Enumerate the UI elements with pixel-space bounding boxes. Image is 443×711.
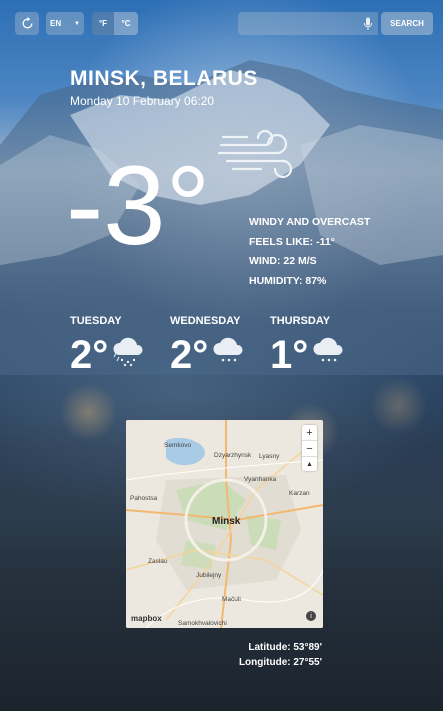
forecast-temperature: 1° <box>270 333 309 377</box>
map-label: Zaslau <box>148 558 168 565</box>
zoom-in-button[interactable]: + <box>302 425 317 441</box>
cloud-rain-icon <box>113 337 143 367</box>
forecast-day-2: WEDNESDAY 2° <box>170 315 243 377</box>
refresh-icon <box>22 17 32 29</box>
forecast-day-3: THURSDAY 1° <box>270 315 343 377</box>
map-center-label: Minsk <box>212 516 241 527</box>
language-select[interactable]: EN ▼ <box>46 12 84 35</box>
weather-details: WINDY AND OVERCAST FEELS LIKE: -11° WIND… <box>249 213 370 291</box>
condition-text: WINDY AND OVERCAST <box>249 216 371 228</box>
map-zoom-control: + − ▲ <box>302 425 317 471</box>
chevron-down-icon: ▼ <box>74 20 80 27</box>
location-title: MINSK, BELARUS <box>70 67 258 90</box>
map-label: Mačuli <box>222 596 241 603</box>
compass-button[interactable]: ▲ <box>302 457 317 472</box>
wind-text: WIND: 22 M/S <box>249 255 317 267</box>
current-temperature: -3° <box>66 143 211 268</box>
map-label: Samokhvalovichi <box>178 620 227 627</box>
current-date: Monday 10 February 06:20 <box>70 94 215 108</box>
map-label: Pahostsa <box>130 495 158 502</box>
forecast-day-label: TUESDAY <box>70 315 122 327</box>
map-label: Jubilejny <box>196 572 222 579</box>
map-label: Karzan <box>289 490 310 497</box>
forecast-temperature: 2° <box>70 333 109 377</box>
map-label: Dzyarzhynsk <box>214 452 252 459</box>
feels-like-text: FEELS LIKE: -11° <box>249 235 335 248</box>
info-icon[interactable]: i <box>306 611 316 621</box>
coordinates: Latitude: 53°89' Longitude: 27°55' <box>239 640 322 670</box>
mapbox-logo[interactable]: mapbox <box>131 614 162 623</box>
longitude-text: Longitude: 27°55' <box>238 657 322 668</box>
search-button[interactable]: SEARCH <box>381 12 433 35</box>
latitude-text: Latitude: 53°89' <box>248 642 322 653</box>
map-label: Lyasny <box>259 453 280 460</box>
weather-app: EN ▼ °F °C SEARCH MINSK, BELARUS Monday … <box>0 0 443 711</box>
forecast-day-label: WEDNESDAY <box>170 315 241 327</box>
zoom-out-button[interactable]: − <box>302 441 317 457</box>
unit-celsius-button[interactable]: °C <box>114 12 138 35</box>
humidity-text: HUMIDITY: 87% <box>249 274 327 287</box>
map-label: Semkovo <box>164 442 192 449</box>
forecast-temperature: 2° <box>170 333 209 377</box>
cloud-snow-icon <box>213 337 243 362</box>
forecast-day-1: TUESDAY 2° <box>70 315 143 377</box>
search-input[interactable] <box>238 12 378 35</box>
cloud-snow-icon <box>313 337 343 362</box>
map-label: Vyanhanka <box>244 476 277 483</box>
unit-fahrenheit-button[interactable]: °F <box>92 12 114 35</box>
location-map[interactable]: Semkovo Dzyarzhynsk Lyasny Vyanhanka Kar… <box>126 420 323 628</box>
forecast-day-label: THURSDAY <box>270 315 331 327</box>
microphone-icon[interactable] <box>363 17 373 31</box>
refresh-button[interactable] <box>15 12 39 35</box>
language-value: EN <box>50 19 62 28</box>
wind-icon <box>217 129 293 179</box>
